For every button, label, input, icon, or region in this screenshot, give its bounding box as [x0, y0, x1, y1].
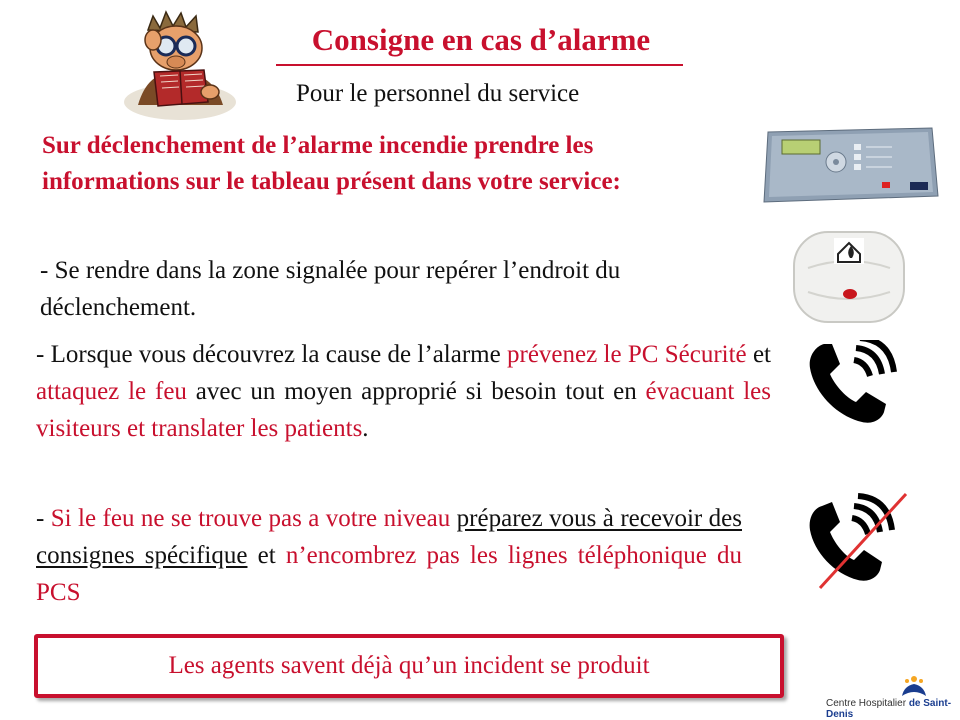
alarm-panel-image	[762, 126, 942, 204]
title-underline	[276, 64, 683, 66]
page-subtitle: Pour le personnel du service	[296, 80, 580, 107]
instruction-step-1: - Se rendre dans la zone signalée pour r…	[40, 257, 621, 321]
phone-crossed-icon	[806, 490, 910, 594]
hospital-logo-icon	[898, 674, 930, 700]
instruction-step-2: - Lorsque vous découvrez la cause de l’a…	[36, 341, 771, 442]
phone-ringing-icon	[806, 335, 898, 428]
hospital-logo-text: Centre Hospitalier de Saint-Denis	[826, 698, 952, 720]
page-title: Consigne en cas d’alarme	[311, 22, 651, 57]
instruction-step-3: - Si le feu ne se trouve pas a votre niv…	[36, 505, 742, 606]
reading-man-illustration	[118, 10, 248, 122]
lead-instruction: Sur déclenchement de l’alarme incendie p…	[42, 132, 621, 195]
incident-banner: Les agents savent déjà qu’un incident se…	[34, 634, 784, 698]
smoke-detector-image	[790, 228, 908, 326]
